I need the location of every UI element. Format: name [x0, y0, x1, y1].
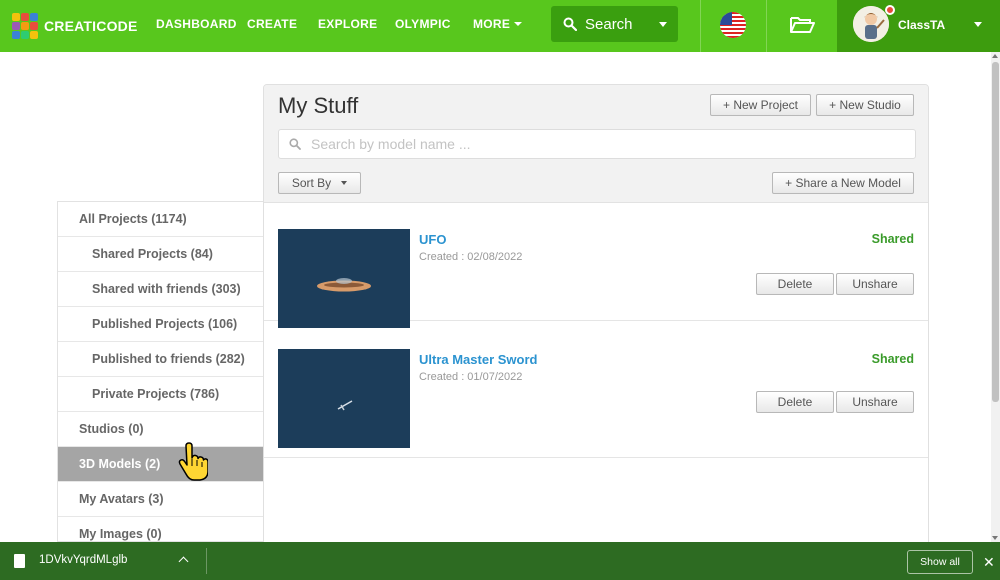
sidebar-item-3d-models[interactable]: 3D Models (2) [58, 447, 264, 482]
sidebar-item-all-projects[interactable]: All Projects (1174) [58, 202, 264, 237]
creaticode-logo[interactable]: CREATICODE [12, 12, 138, 40]
chevron-down-icon [974, 22, 982, 27]
scroll-up-icon[interactable] [992, 54, 998, 58]
model-thumbnail-sword[interactable] [278, 349, 410, 448]
download-file-name[interactable]: 1DVkvYqrdMLglb [39, 554, 127, 566]
delete-button[interactable]: Delete [756, 273, 834, 295]
hand-cursor-icon [178, 442, 208, 481]
sort-by-dropdown[interactable]: Sort By [278, 172, 361, 194]
scrollbar-thumb[interactable] [992, 62, 999, 402]
model-row: UFO Created : 02/08/2022 Shared Delete U… [264, 203, 928, 328]
sidebar: All Projects (1174) Shared Projects (84)… [57, 201, 264, 542]
model-search-field [278, 129, 916, 159]
model-row: Ultra Master Sword Created : 01/07/2022 … [264, 339, 928, 458]
page-title: My Stuff [278, 93, 359, 118]
sidebar-item-published-to-friends[interactable]: Published to friends (282) [58, 342, 264, 377]
sidebar-item-my-images[interactable]: My Images (0) [58, 517, 264, 541]
chevron-down-icon [514, 22, 523, 26]
status-badge: Shared [871, 232, 914, 246]
chevron-down-icon [341, 181, 348, 185]
sidebar-item-shared-with-friends[interactable]: Shared with friends (303) [58, 272, 264, 307]
sidebar-item-studios[interactable]: Studios (0) [58, 412, 264, 447]
logo-mark-icon [12, 13, 38, 39]
nav-dashboard[interactable]: DASHBOARD [156, 17, 237, 31]
notification-dot [885, 5, 895, 15]
page-scrollbar[interactable] [991, 52, 1000, 542]
us-flag-icon[interactable] [720, 12, 746, 38]
file-icon [14, 554, 25, 568]
my-stuff-panel: My Stuff + New Project + New Studio Sort… [263, 84, 929, 554]
nav-create[interactable]: CREATE [247, 17, 297, 31]
search-dropdown-icon [659, 22, 667, 27]
user-name: ClassTA [898, 18, 946, 32]
sidebar-item-private-projects[interactable]: Private Projects (786) [58, 377, 264, 412]
avatar [853, 6, 889, 42]
unshare-button[interactable]: Unshare [836, 273, 914, 295]
logo-text: CREATICODE [44, 18, 138, 34]
sidebar-item-shared-projects[interactable]: Shared Projects (84) [58, 237, 264, 272]
chevron-up-icon[interactable] [178, 556, 189, 567]
panel-header: My Stuff + New Project + New Studio Sort… [264, 85, 928, 203]
sidebar-item-my-avatars[interactable]: My Avatars (3) [58, 482, 264, 517]
search-label: Search [585, 15, 633, 33]
search-icon [289, 138, 301, 150]
top-navbar: CREATICODE DASHBOARD CREATE EXPLORE OLYM… [0, 0, 1000, 52]
new-studio-button[interactable]: + New Studio [816, 94, 914, 116]
nav-olympic[interactable]: OLYMPIC [395, 17, 451, 31]
nav-more[interactable]: MORE [473, 17, 523, 31]
unshare-button[interactable]: Unshare [836, 391, 914, 413]
model-created-date: Created : 02/08/2022 [419, 251, 523, 263]
nav-divider [700, 0, 701, 52]
nav-more-label: MORE [473, 17, 511, 31]
model-search-input[interactable] [311, 134, 901, 154]
sidebar-item-published-projects[interactable]: Published Projects (106) [58, 307, 264, 342]
new-project-button[interactable]: + New Project [710, 94, 811, 116]
search-icon [563, 17, 577, 31]
user-menu[interactable]: ClassTA [837, 0, 1000, 52]
folder-open-icon[interactable] [789, 15, 815, 35]
status-badge: Shared [871, 352, 914, 366]
sort-by-label: Sort By [291, 176, 332, 190]
nav-divider [766, 0, 767, 52]
close-icon[interactable]: ✕ [983, 555, 995, 569]
model-name-link[interactable]: Ultra Master Sword [419, 352, 537, 367]
scroll-down-icon[interactable] [992, 536, 998, 540]
share-new-model-button[interactable]: + Share a New Model [772, 172, 914, 194]
downloads-bar: 1DVkvYqrdMLglb Show all ✕ [0, 542, 1000, 580]
model-name-link[interactable]: UFO [419, 232, 446, 247]
download-divider [206, 548, 207, 574]
model-created-date: Created : 01/07/2022 [419, 371, 523, 383]
delete-button[interactable]: Delete [756, 391, 834, 413]
global-search-button[interactable]: Search [551, 6, 678, 42]
show-all-button[interactable]: Show all [907, 550, 973, 574]
model-thumbnail-ufo[interactable] [278, 229, 410, 328]
nav-explore[interactable]: EXPLORE [318, 17, 377, 31]
